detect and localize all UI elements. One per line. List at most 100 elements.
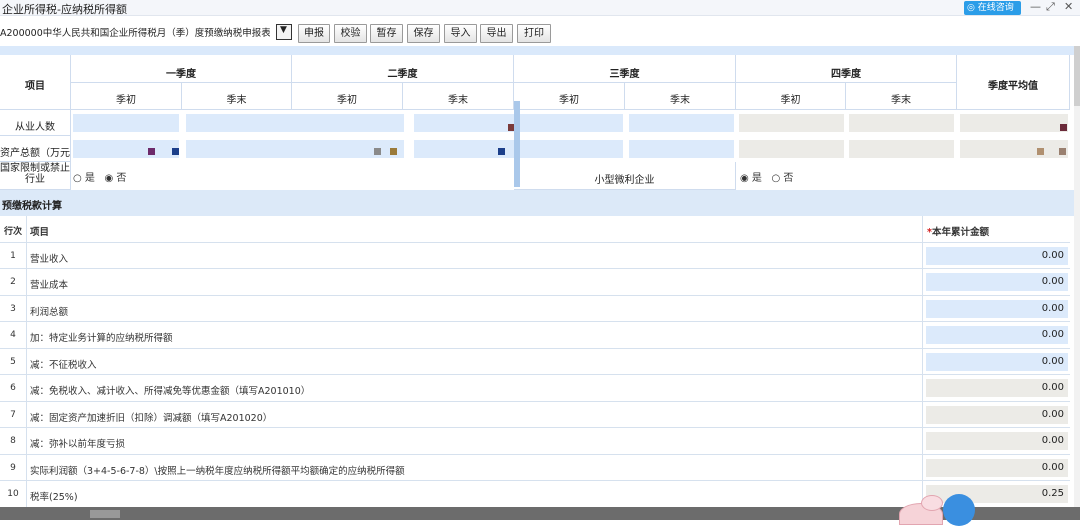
print-button[interactable]: 打印 <box>517 24 551 43</box>
q1-end-assets-input[interactable] <box>186 140 404 158</box>
toolbar: A200000中华人民共和国企业所得税月（季）度预缴纳税申报表（A类） ▼ 申报… <box>0 16 1080 46</box>
q1-start-employees-input[interactable] <box>73 114 179 132</box>
q2-end-employees-input[interactable] <box>414 114 514 132</box>
row-amount-readonly: 0.00 <box>926 379 1068 397</box>
small-micro-yes-radio[interactable]: ◉ <box>740 173 749 184</box>
restricted-yes-label: 是 <box>84 173 95 184</box>
row-number: 8 <box>0 428 27 454</box>
close-icon[interactable]: ✕ <box>1064 0 1073 13</box>
form-type-select-value[interactable]: A200000中华人民共和国企业所得税月（季）度预缴纳税申报表（A类） <box>0 25 270 39</box>
col-amount-header-cell: *本年累计金额 <box>922 216 1070 242</box>
q1-header: 一季度 <box>71 55 292 83</box>
row-amount-input[interactable]: 0.00 <box>926 273 1068 291</box>
form-type-dropdown-button[interactable]: ▼ <box>276 24 292 40</box>
row-number: 3 <box>0 295 27 321</box>
restricted-no-radio[interactable]: ◉ <box>104 173 113 184</box>
q2-start-header: 季初 <box>292 83 403 110</box>
calc-row: 5 减：不征税收入 0.00 <box>0 348 1070 375</box>
online-consult-button[interactable]: ◎ 在线咨询 <box>964 1 1021 15</box>
q4-end-assets-input <box>849 140 954 158</box>
q1-start-header: 季初 <box>71 83 182 110</box>
vertical-scrollbar[interactable] <box>1074 46 1080 520</box>
row-amount-cell: 0.00 <box>922 428 1070 454</box>
redacted-mark <box>374 148 381 155</box>
restricted-no-label: 否 <box>116 173 127 184</box>
restricted-industry-label: 国家限制或禁止行业 <box>0 162 71 190</box>
submit-button[interactable]: 申报 <box>298 24 330 43</box>
row-number: 7 <box>0 401 27 427</box>
redacted-mark <box>1037 148 1044 155</box>
row-amount-cell: 0.00 <box>922 375 1070 401</box>
restricted-yes-radio[interactable]: ○ <box>73 173 82 184</box>
q3-end-assets-input[interactable] <box>629 140 734 158</box>
q2-end-header: 季末 <box>403 83 514 110</box>
assistant-mascot-icon[interactable] <box>893 491 975 526</box>
row-amount-cell: 0.00 <box>922 295 1070 321</box>
row-number: 6 <box>0 375 27 401</box>
small-micro-no-radio[interactable]: ○ <box>771 173 780 184</box>
calc-header-row: 行次 项目 *本年累计金额 <box>0 216 1070 243</box>
row-amount-cell: 0.00 <box>922 401 1070 427</box>
avg-employees-value <box>960 114 1068 132</box>
export-button[interactable]: 导出 <box>480 24 513 43</box>
horizontal-scrollbar-thumb[interactable] <box>90 510 120 518</box>
calc-row: 7 减：固定资产加速折旧（扣除）调减额（填写A201020） 0.00 <box>0 401 1070 428</box>
q3-end-employees-input[interactable] <box>629 114 734 132</box>
redacted-mark <box>1060 124 1067 131</box>
window-titlebar: 企业所得税-应纳税所得额 ◎ 在线咨询 — ⤢ ✕ <box>0 0 1080 16</box>
window-title: 企业所得税-应纳税所得额 <box>2 3 127 16</box>
online-consult-label: 在线咨询 <box>977 3 1014 13</box>
row-number: 9 <box>0 454 27 480</box>
maximize-icon[interactable]: ⤢ <box>1046 0 1055 14</box>
row-amount-cell: 0.00 <box>922 454 1070 480</box>
row-amount-input[interactable]: 0.00 <box>926 246 1068 265</box>
row-amount-input[interactable]: 0.00 <box>926 326 1068 344</box>
row-amount-cell: 0.00 <box>922 348 1070 374</box>
calc-row: 3 利润总额 0.00 <box>0 295 1070 322</box>
q3-start-employees-input[interactable] <box>520 114 623 132</box>
q4-start-employees-input <box>739 114 844 132</box>
q4-end-employees-input <box>849 114 954 132</box>
temp-save-button[interactable]: 暂存 <box>370 24 403 43</box>
redacted-mark <box>1059 148 1066 155</box>
q3-start-assets-input[interactable] <box>520 140 623 158</box>
q3-start-header: 季初 <box>514 83 625 110</box>
employees-label: 从业人数 <box>0 110 71 136</box>
q3-end-header: 季末 <box>625 83 736 110</box>
row-amount-input[interactable]: 0.00 <box>926 299 1068 318</box>
row-item-label: 营业成本 <box>30 280 69 291</box>
row-amount-input[interactable]: 0.00 <box>926 352 1068 371</box>
q4-header: 四季度 <box>736 55 957 83</box>
minimize-icon[interactable]: — <box>1030 0 1041 13</box>
row-item-label: 减：弥补以前年度亏损 <box>30 439 126 450</box>
row-number: 2 <box>0 269 27 295</box>
row-item-label: 营业收入 <box>30 253 69 265</box>
vertical-scrollbar-thumb[interactable] <box>1074 46 1080 106</box>
q1-start-assets-input[interactable] <box>73 140 179 158</box>
calc-row: 4 加：特定业务计算的应纳税所得额 0.00 <box>0 322 1070 349</box>
import-button[interactable]: 导入 <box>444 24 477 43</box>
row-number: 4 <box>0 322 27 348</box>
column-resize-handle[interactable] <box>514 101 520 187</box>
q2-header: 二季度 <box>292 55 514 83</box>
row-item-label: 减：不征税收入 <box>30 359 97 371</box>
validate-button[interactable]: 校验 <box>334 24 367 43</box>
headset-icon: ◎ <box>967 3 975 13</box>
q3-header: 三季度 <box>514 55 736 83</box>
row-item-label: 减：固定资产加速折旧（扣除）调减额（填写A201020） <box>30 412 273 424</box>
calc-section-header: 预缴税款计算 <box>0 190 1075 216</box>
col-amount-header: 本年累计金额 <box>931 227 989 238</box>
q1-end-employees-input[interactable] <box>186 114 404 132</box>
calc-section-title: 预缴税款计算 <box>2 201 62 212</box>
row-item-label: 减：免税收入、减计收入、所得减免等优惠金额（填写A201010） <box>30 386 311 397</box>
q4-start-header: 季初 <box>736 83 846 110</box>
row-item-label: 加：特定业务计算的应纳税所得额 <box>30 333 173 344</box>
small-micro-yes-label: 是 <box>751 173 762 184</box>
save-button[interactable]: 保存 <box>407 24 440 43</box>
row-amount-readonly: 0.00 <box>926 432 1068 450</box>
quarter-table: 项目 一季度 二季度 三季度 四季度 季度平均值 季初 季末 季初 季末 季初 … <box>0 55 1070 190</box>
small-micro-radio-group: ◉ 是 ○ 否 <box>740 169 793 184</box>
row-amount-cell: 0.00 <box>922 322 1070 348</box>
col-item-header: 项目 <box>30 227 50 238</box>
row-amount-cell: 0.00 <box>922 242 1070 268</box>
